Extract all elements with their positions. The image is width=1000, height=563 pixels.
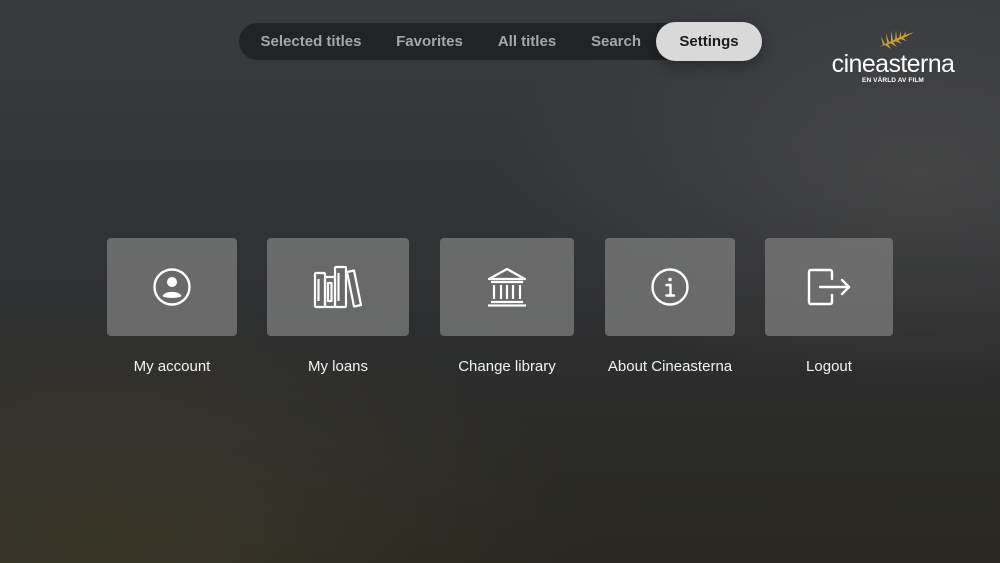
tab-favorites[interactable]: Favorites (379, 23, 480, 60)
top-navigation: Selected titles Favorites All titles Sea… (239, 22, 762, 61)
tab-settings[interactable]: Settings (656, 22, 762, 61)
tab-all-titles[interactable]: All titles (480, 23, 574, 60)
logout-icon (807, 268, 851, 306)
tab-selected-titles[interactable]: Selected titles (243, 23, 379, 60)
palm-leaf-icon (879, 30, 914, 49)
about-cineasterna-label: About Cineasterna (607, 358, 733, 375)
change-library-button[interactable] (440, 238, 574, 336)
my-account-label: My account (133, 358, 211, 375)
info-icon (651, 268, 689, 306)
change-library-label: Change library (458, 358, 556, 375)
cineasterna-logo: cineasterna EN VÄRLD AV FILM (826, 30, 960, 88)
logout-label: Logout (806, 358, 852, 375)
logo-tagline: EN VÄRLD AV FILM (862, 77, 924, 84)
user-circle-icon (153, 268, 191, 306)
logo-wordmark: cineasterna (831, 50, 955, 78)
tab-search[interactable]: Search (574, 23, 658, 60)
books-icon (313, 265, 363, 309)
my-loans-label: My loans (307, 358, 369, 375)
my-loans-button[interactable] (267, 238, 409, 336)
logout-button[interactable] (765, 238, 893, 336)
about-cineasterna-button[interactable] (605, 238, 735, 336)
library-building-icon (487, 267, 527, 307)
my-account-button[interactable] (107, 238, 237, 336)
